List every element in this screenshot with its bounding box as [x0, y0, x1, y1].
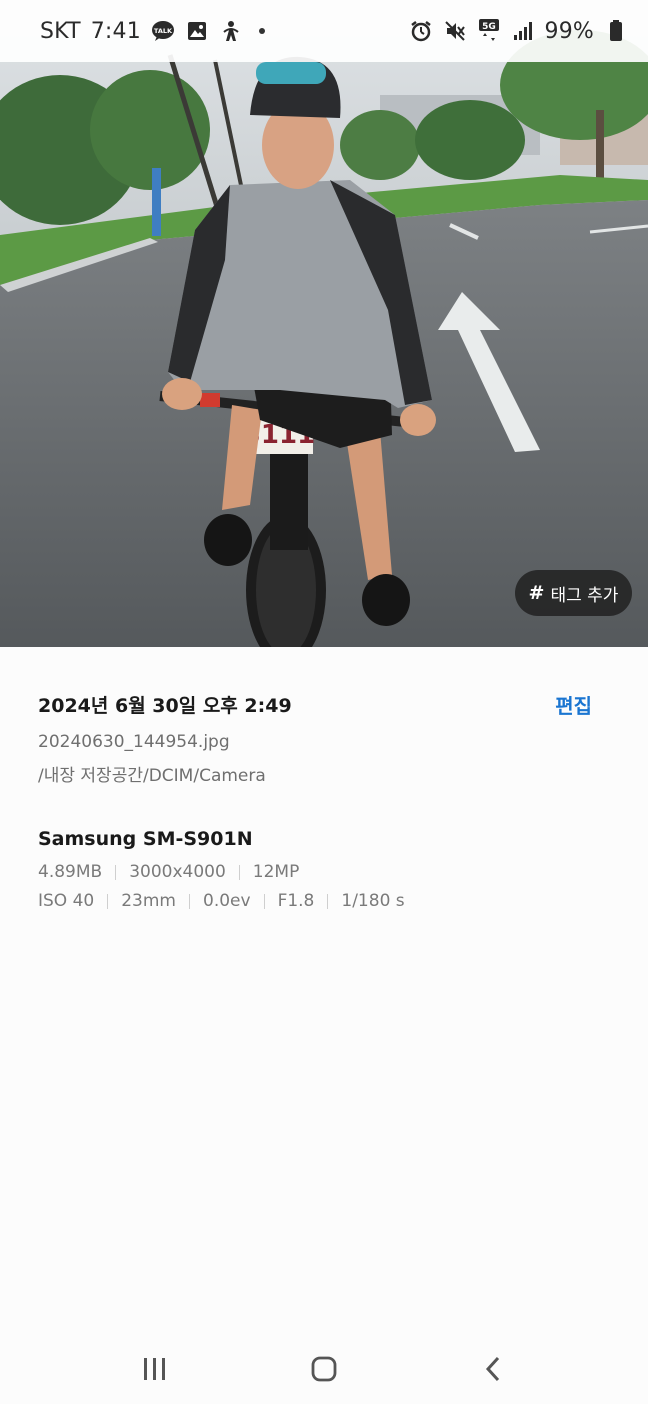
file-size: 4.89MB: [38, 862, 103, 882]
divider: [327, 893, 329, 909]
divider: [107, 893, 109, 909]
back-icon: [486, 1356, 500, 1382]
photo-details: 2024년 6월 30일 오후 2:49 편집 20240630_144954.…: [38, 690, 610, 911]
edit-button[interactable]: 편집: [555, 690, 592, 719]
add-tag-label: 태그 추가: [550, 585, 619, 606]
home-icon: [311, 1356, 337, 1382]
photo-view[interactable]: 3111: [0, 0, 648, 647]
focal-length: 23mm: [121, 891, 176, 911]
back-button[interactable]: [463, 1339, 523, 1399]
alarm-icon: [409, 19, 433, 43]
navigation-bar: [0, 1334, 648, 1404]
file-name: 20240630_144954.jpg: [38, 732, 230, 752]
iso-value: ISO 40: [38, 891, 95, 911]
resolution: 3000x4000: [129, 862, 226, 882]
aperture: F1.8: [277, 891, 315, 911]
clock: 7:41: [90, 18, 141, 44]
status-bar-left: SKT 7:41 TALK: [40, 19, 265, 44]
status-bar-right: 5G 99%: [409, 19, 629, 44]
signal-icon: [511, 19, 535, 43]
status-bar: SKT 7:41 TALK 5G 99%: [0, 0, 648, 62]
divider: [189, 893, 190, 909]
cyclist-photo: 3111: [0, 0, 648, 647]
divider: [115, 864, 117, 880]
carrier-label: SKT: [40, 18, 81, 44]
exposure-value: 0.0ev: [203, 891, 251, 911]
battery-percent: 99%: [544, 18, 594, 44]
network-label: 5G: [482, 22, 496, 32]
divider: [238, 864, 240, 880]
device-name: Samsung SM-S901N: [38, 828, 253, 850]
date-row: 2024년 6월 30일 오후 2:49 편집: [38, 690, 610, 719]
recent-apps-icon: [143, 1358, 165, 1380]
hash-icon: #: [528, 582, 545, 604]
recent-apps-button[interactable]: [125, 1339, 185, 1399]
battery-icon: [604, 19, 628, 43]
notification-dot: [258, 28, 265, 34]
gallery-icon: [185, 19, 209, 43]
file-path: /내장 저장공간/DCIM/Camera: [38, 766, 266, 786]
talk-icon: TALK: [151, 19, 175, 43]
megapixels: 12MP: [252, 862, 300, 882]
divider: [263, 893, 265, 909]
shutter-speed: 1/180 s: [341, 891, 405, 911]
camera-specs: ISO 40 23mm 0.0ev F1.8 1/180 s: [38, 891, 610, 911]
photo-date: 2024년 6월 30일 오후 2:49: [38, 695, 292, 717]
mute-icon: [443, 19, 467, 43]
accessibility-icon: [219, 19, 243, 43]
5g-icon: 5G: [477, 19, 501, 43]
home-button[interactable]: [294, 1339, 354, 1399]
svg-text:TALK: TALK: [154, 27, 173, 35]
file-specs: 4.89MB 3000x4000 12MP: [38, 862, 610, 882]
add-tag-button[interactable]: # 태그 추가: [515, 570, 632, 616]
